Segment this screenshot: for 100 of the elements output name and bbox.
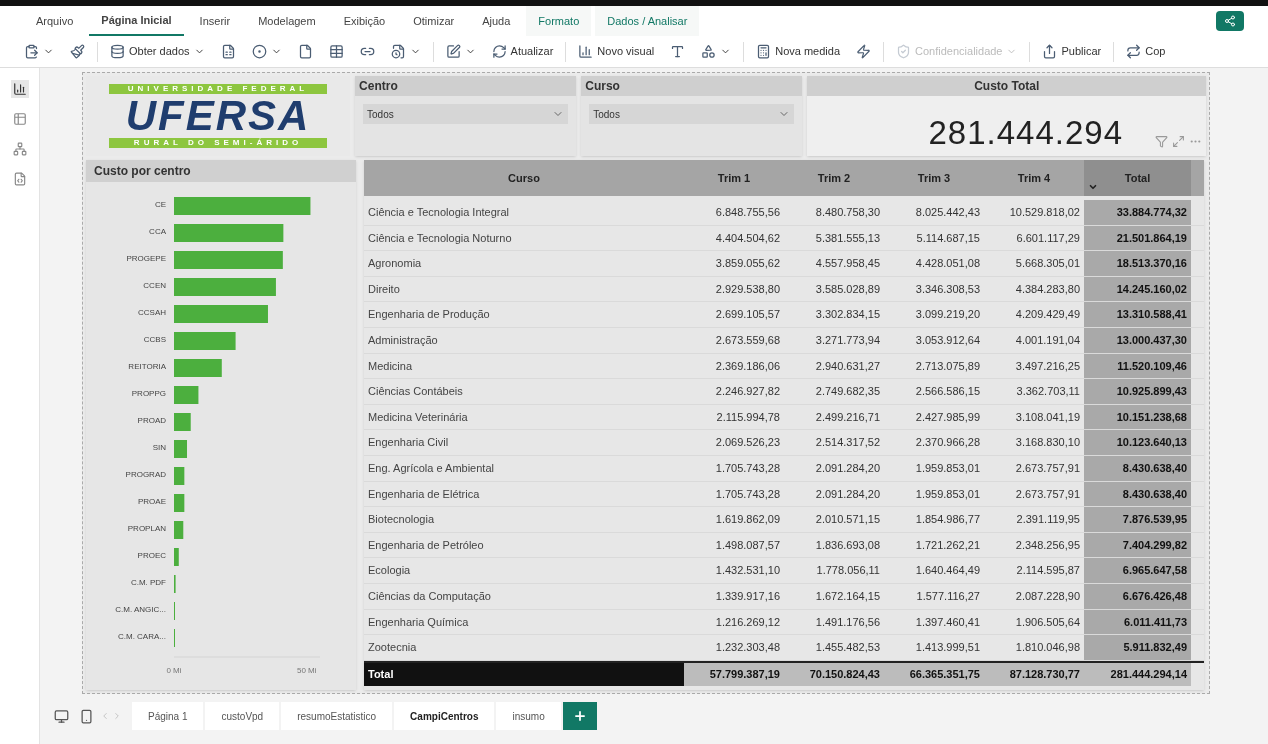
table-cell-text: 1.413.999,51 (914, 640, 981, 656)
table-cell-text: 1.491.176,56 (814, 614, 881, 630)
table-cell-text: 8.480.758,30 (814, 205, 881, 221)
category-label: PROGEPE (126, 254, 166, 263)
ribbon-tab[interactable]: Arquivo (24, 6, 86, 36)
loop-icon (1126, 44, 1142, 59)
column-header[interactable]: Trim 2 (784, 160, 884, 196)
desktop-icon (54, 708, 69, 724)
table-cell-text: 1.339.917,16 (714, 588, 781, 604)
share-icon (1224, 15, 1236, 27)
ribbon-tab[interactable]: Dados / Analisar (595, 6, 700, 36)
ribbon-tab[interactable]: Exibição (331, 6, 398, 36)
table-cell: 13.000.437,30 (1084, 327, 1191, 353)
table-cell: 6.965.647,58 (1084, 558, 1191, 583)
share-button[interactable] (1216, 11, 1244, 31)
total-cell: 66.365.351,75 (884, 663, 984, 686)
table-cell-text: Agronomia (367, 256, 423, 272)
table-cell-text: 2.370.966,28 (914, 435, 981, 451)
table-cell-text: Medicina Veterinária (367, 409, 469, 425)
toolbar-button[interactable]: Atualizar (487, 43, 558, 60)
table-cell-text: 6.848.755,56 (714, 205, 781, 221)
plus-icon (572, 709, 587, 723)
table-icon (328, 44, 344, 59)
table-cell-text: 3.271.773,94 (814, 333, 881, 348)
table-cell: 18.513.370,16 (1084, 251, 1191, 276)
ribbon-tab[interactable]: Inserir (187, 6, 243, 36)
table-cell-text: 1.778.056,11 (815, 563, 881, 579)
table-cell-text: 6.601.117,29 (1015, 230, 1081, 246)
bar (174, 440, 187, 458)
add-page-button[interactable] (562, 702, 597, 730)
toolbar-button[interactable]: Obter dados (106, 43, 209, 60)
clipboard-icon (24, 44, 39, 59)
table-cell-text: 10.529.818,02 (1008, 205, 1081, 221)
table-cell-text: 2.566.586,15 (914, 384, 981, 400)
table-cell-text: 1.216.269,12 (714, 614, 781, 630)
bar-chart-icon (578, 44, 594, 59)
table-cell: 11.520.109,46 (1084, 353, 1191, 379)
bar-chart-icon (12, 82, 27, 96)
column-header[interactable]: Total (1084, 160, 1191, 196)
table-cell-text: 2.091.284,20 (814, 461, 881, 476)
category-label: C.M. ANGIC... (115, 605, 166, 614)
table-cell-text: 1.672.164,15 (814, 588, 881, 604)
table-cell: 33.884.774,32 (1084, 200, 1191, 225)
code-file-icon (12, 172, 27, 186)
brush-icon (70, 44, 85, 59)
table-cell-text: 1.232.303,48 (714, 640, 781, 656)
table-cell-text: 5.668.305,01 (1014, 256, 1081, 272)
column-header[interactable]: Trim 4 (984, 160, 1084, 196)
table-cell-text: Ciências Contábeis (367, 384, 464, 400)
page-tab[interactable]: custoVpd (205, 702, 280, 730)
ribbon-tab[interactable]: Modelagem (246, 6, 328, 36)
category-label: PROAE (138, 497, 166, 506)
phone-icon (79, 708, 94, 724)
page-tab[interactable]: insumo (496, 702, 561, 730)
slicer-dropdown[interactable]: Todos (363, 104, 569, 124)
sort-icon (1088, 182, 1098, 192)
circle-icon (251, 44, 267, 59)
column-header[interactable]: Trim 1 (684, 160, 784, 196)
category-label: CCSAH (138, 308, 166, 317)
ribbon-tab[interactable]: Ajuda (470, 6, 523, 36)
toolbar-button[interactable]: Nova medida (752, 43, 845, 60)
table-cell-text: 4.404.504,62 (714, 230, 781, 246)
table-cell-text: 1.432.531,10 (714, 563, 781, 579)
table-cell-text: 2.069.526,23 (714, 435, 781, 451)
text-icon (670, 44, 686, 59)
slicer-dropdown[interactable]: Todos (589, 104, 795, 124)
table-cell-text: 4.209.429,49 (1014, 307, 1081, 323)
page-tab[interactable]: CampiCentros (394, 702, 495, 730)
bar (174, 386, 199, 404)
chart-title: Custo por centro (86, 160, 356, 182)
ribbon-tab[interactable]: Formato (526, 6, 592, 36)
file-icon (297, 44, 313, 59)
table-cell-text: 2.673.757,91 (1014, 461, 1081, 476)
share-icon (1042, 44, 1058, 59)
table-cell-text: 2.749.682,35 (814, 384, 881, 400)
ribbon-tab[interactable]: Otimizar (401, 6, 467, 36)
page-tab[interactable]: Página 1 (132, 702, 204, 730)
view-button[interactable] (10, 80, 29, 98)
table-cell: 6.011.411,73 (1084, 609, 1191, 635)
table-cell-text: 5.114.687,15 (915, 230, 981, 246)
table-icon (12, 112, 27, 126)
column-header[interactable]: Curso (364, 160, 684, 196)
filter-icon (1155, 135, 1168, 148)
category-label: PROPLAN (127, 524, 166, 533)
table-cell-text: 2.246.927,82 (714, 384, 781, 400)
toolbar-button[interactable]: Cop (1122, 43, 1170, 60)
table-cell-text: 2.929.538,80 (714, 281, 781, 297)
column-header[interactable]: Trim 3 (884, 160, 984, 196)
spreadsheet-icon (220, 44, 236, 59)
toolbar-button[interactable]: Publicar (1038, 43, 1106, 60)
file-clock-icon (390, 44, 406, 59)
table-cell-text: 3.585.028,89 (814, 281, 881, 297)
table-cell-text: 2.673.757,91 (1014, 486, 1081, 502)
table-cell: 7.404.299,82 (1084, 532, 1191, 558)
table-cell-text: 3.497.216,25 (1014, 358, 1081, 374)
toolbar-button[interactable]: Novo visual (574, 43, 659, 60)
category-label: CCBS (143, 335, 166, 344)
table-cell-text: 1.498.087,57 (714, 537, 781, 553)
shapes-icon (701, 44, 717, 59)
page-tab[interactable]: resumoEstatistico (281, 702, 393, 730)
